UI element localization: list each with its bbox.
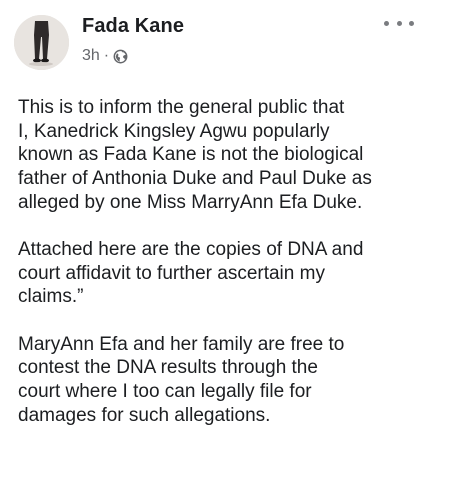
post-text: This is to inform the general public tha… <box>18 96 438 427</box>
more-options-icon <box>384 20 389 26</box>
post-paragraph: MaryAnn Efa and her family are free to c… <box>18 333 345 426</box>
avatar[interactable] <box>14 15 69 70</box>
avatar-image <box>14 15 69 70</box>
facebook-post: Fada Kane 3h · This is to inform the gen… <box>0 0 454 490</box>
more-options-button[interactable] <box>384 12 414 34</box>
post-time[interactable]: 3h <box>82 47 100 65</box>
post-paragraph: This is to inform the general public tha… <box>18 97 372 213</box>
post-paragraph: Attached here are the copies of DNA and … <box>18 239 364 308</box>
globe-icon[interactable] <box>113 49 128 64</box>
more-options-dot <box>396 20 402 26</box>
author-name[interactable]: Fada Kane <box>82 15 184 38</box>
more-options-dot <box>409 20 414 26</box>
post-meta: 3h · <box>82 46 128 66</box>
meta-separator: · <box>103 47 110 64</box>
